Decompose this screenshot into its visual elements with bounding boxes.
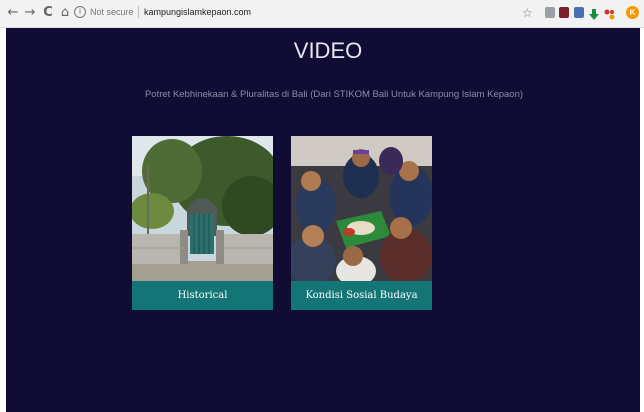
bookmark-star-icon[interactable]: ☆ [522, 4, 533, 22]
extension-reader-icon[interactable] [545, 7, 555, 18]
card-label-kondisi-sosial-budaya[interactable]: Kondisi Sosial Budaya [291, 281, 432, 310]
video-card-kondisi-sosial-budaya[interactable]: Kondisi Sosial Budaya [291, 136, 432, 310]
historical-thumbnail[interactable] [132, 136, 273, 281]
card-label-historical[interactable]: Historical [132, 281, 273, 310]
page-title: VIDEO [293, 38, 363, 63]
forward-icon[interactable]: → [23, 4, 37, 22]
page-subtitle: Potret Kebhinekaan & Pluralitas di Bali … [144, 89, 524, 100]
kondisi-sosial-budaya-thumbnail[interactable] [291, 136, 432, 281]
url-text[interactable]: kampungislamkepaon.com [144, 6, 251, 19]
profile-avatar[interactable]: K [626, 6, 639, 19]
browser-toolbar: ← → C ⌂ i Not secure kampungislamkepaon.… [0, 0, 644, 28]
extension-puzzle-icon[interactable] [604, 7, 615, 20]
extension-pdf-icon[interactable] [559, 7, 569, 18]
back-icon[interactable]: ← [6, 4, 20, 22]
reload-icon[interactable]: C [41, 4, 55, 22]
address-bar[interactable]: i Not secure kampungislamkepaon.com [74, 4, 514, 23]
extension-download-icon[interactable] [589, 7, 599, 20]
info-icon[interactable]: i [74, 6, 86, 18]
page-content: VIDEO Potret Kebhinekaan & Pluralitas di… [6, 28, 640, 412]
url-divider [138, 6, 139, 18]
home-icon[interactable]: ⌂ [58, 4, 72, 22]
security-label: Not secure [90, 7, 134, 17]
video-card-historical[interactable]: Historical [132, 136, 273, 310]
extension-screenshot-icon[interactable] [574, 7, 584, 18]
